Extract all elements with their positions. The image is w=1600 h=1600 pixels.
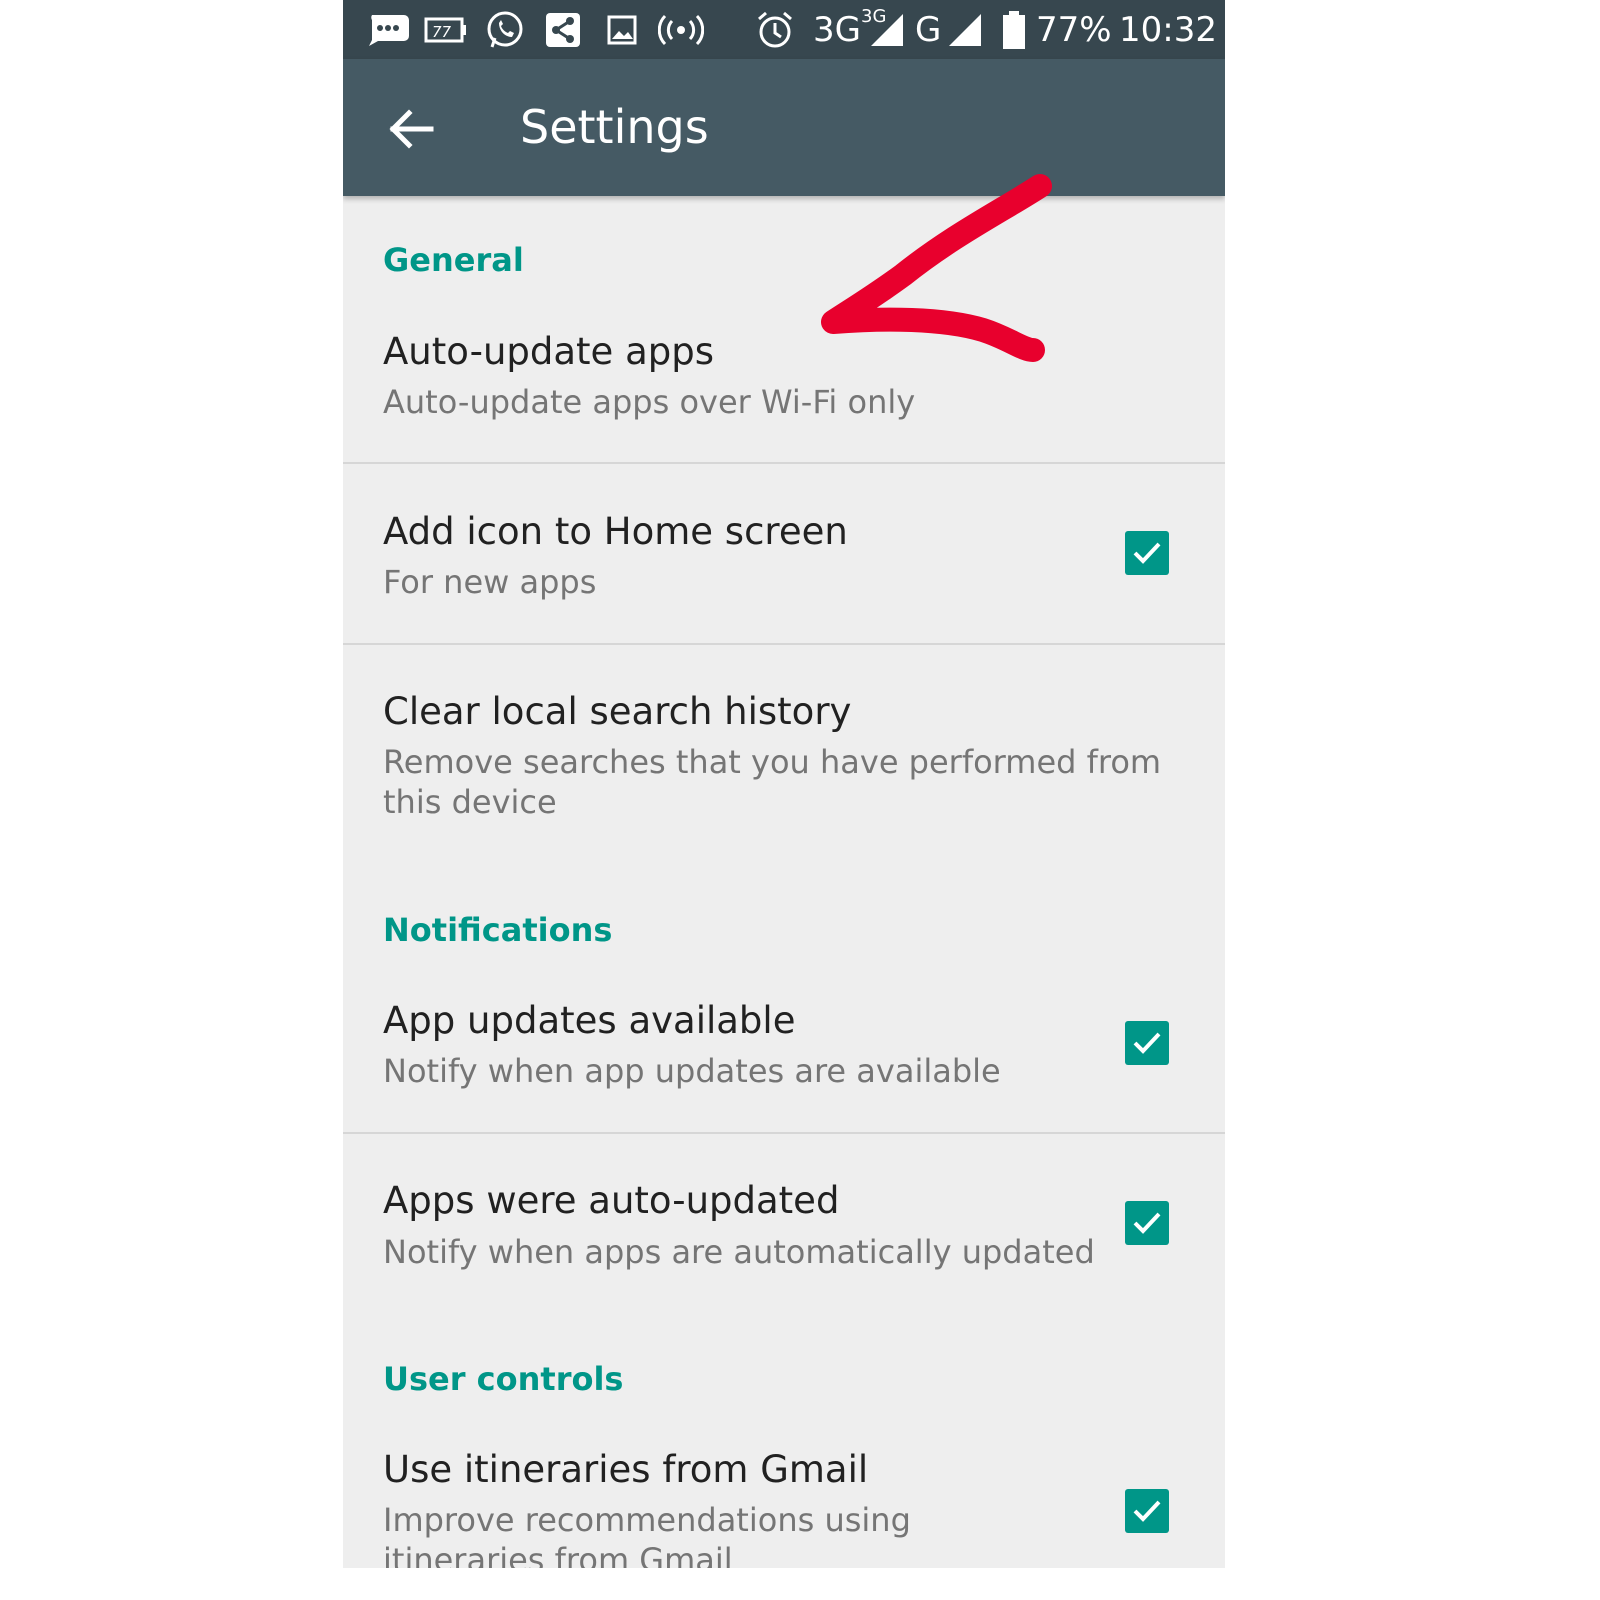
arrow-left-icon	[389, 109, 434, 149]
network-g-label: G	[915, 10, 942, 50]
setting-title: Use itineraries from Gmail	[383, 1448, 869, 1491]
battery-icon	[999, 0, 1029, 59]
setting-subtitle: Notify when apps are automatically updat…	[383, 1233, 1095, 1271]
messaging-icon	[365, 0, 411, 59]
battery-percent: 77%	[1036, 10, 1112, 50]
section-header-user-controls: User controls	[383, 1360, 624, 1398]
setting-subtitle: Improve recommendations using itinerarie…	[383, 1501, 911, 1568]
setting-title: Auto-update apps	[383, 330, 714, 373]
checkbox-add-icon-home-screen[interactable]	[1125, 531, 1169, 575]
checkmark-icon	[1133, 542, 1161, 564]
whatsapp-icon	[483, 0, 527, 59]
checkbox-use-itineraries-gmail[interactable]	[1125, 1489, 1169, 1533]
divider	[343, 1132, 1225, 1134]
signal-icon	[867, 0, 907, 59]
checkmark-icon	[1133, 1212, 1161, 1234]
clock: 10:32	[1119, 10, 1217, 50]
status-bar: 77 3G 3G G 77% 10:32	[343, 0, 1225, 59]
page-title: Settings	[520, 100, 709, 154]
battery-saver-icon: 77	[423, 0, 469, 59]
checkbox-app-updates-available[interactable]	[1125, 1021, 1169, 1065]
section-header-notifications: Notifications	[383, 911, 613, 949]
divider	[343, 462, 1225, 464]
setting-subtitle: Notify when app updates are available	[383, 1052, 1001, 1090]
setting-subtitle: Remove searches that you have performed …	[383, 743, 1162, 821]
phone-screen: 77 3G 3G G 77% 10:32 Settings General Au…	[343, 0, 1225, 1568]
signal-icon	[945, 0, 985, 59]
setting-title: App updates available	[383, 999, 796, 1042]
setting-title: Apps were auto-updated	[383, 1179, 840, 1222]
svg-text:77: 77	[432, 23, 452, 41]
alarm-icon	[753, 0, 797, 59]
hotspot-icon	[657, 0, 705, 59]
checkmark-icon	[1133, 1500, 1161, 1522]
checkbox-apps-auto-updated[interactable]	[1125, 1201, 1169, 1245]
divider	[343, 643, 1225, 645]
setting-subtitle: Auto-update apps over Wi-Fi only	[383, 383, 916, 421]
setting-subtitle: For new apps	[383, 563, 597, 601]
app-bar: Settings	[343, 59, 1225, 196]
section-header-general: General	[383, 241, 524, 279]
setting-title: Add icon to Home screen	[383, 510, 848, 553]
back-button[interactable]	[383, 101, 439, 157]
share-icon	[543, 0, 583, 59]
checkmark-icon	[1133, 1032, 1161, 1054]
setting-title: Clear local search history	[383, 690, 852, 733]
network-3g-label: 3G	[813, 10, 861, 50]
gallery-icon	[605, 0, 639, 59]
